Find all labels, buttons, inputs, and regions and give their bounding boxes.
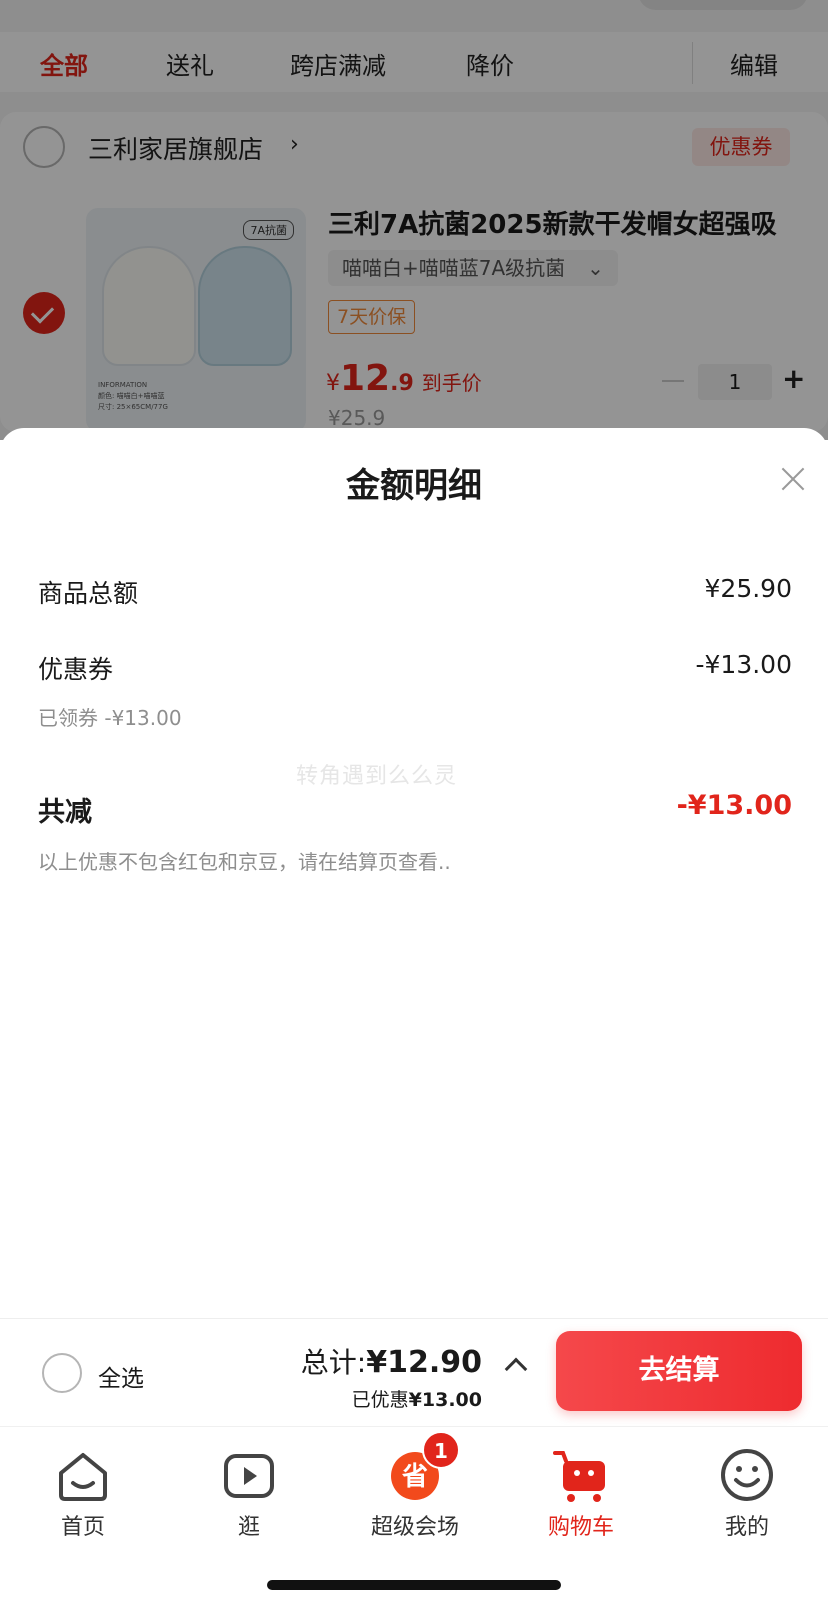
total-price: 总计:¥12.90 <box>300 1345 482 1380</box>
tab-me[interactable]: 我的 <box>664 1437 828 1547</box>
select-all-checkbox[interactable] <box>42 1353 82 1393</box>
home-indicator <box>267 1580 561 1590</box>
item-total-label: 商品总额 <box>38 579 139 608</box>
total-reduction-label: 共减 <box>38 797 92 828</box>
checkout-bar: 全选 总计:¥12.90 已优惠¥13.00 去结算 <box>0 1318 828 1426</box>
tab-label: 首页 <box>60 1515 105 1540</box>
video-icon <box>224 1454 274 1498</box>
modal-overlay[interactable] <box>0 0 828 440</box>
sheet-title: 金额明细 <box>346 466 482 506</box>
total-reduction-value: -¥13.00 <box>676 790 792 821</box>
super-venue-glyph: 省 <box>401 1462 428 1492</box>
chevron-up-icon[interactable] <box>504 1357 528 1381</box>
tab-super-venue[interactable]: 省 1 超级会场 <box>332 1431 498 1547</box>
coupon-value: -¥13.00 <box>695 650 793 679</box>
tab-label: 购物车 <box>547 1515 614 1540</box>
tab-label: 逛 <box>237 1515 260 1540</box>
saved-amount: 已优惠¥13.00 <box>351 1389 482 1411</box>
cart-background: 全部 送礼 跨店满减 降价 编辑 三利家居旗舰店 › 优惠券 7A抗菌 INFO… <box>0 0 828 440</box>
coupon-claimed-note: 已领券 -¥13.00 <box>38 706 182 730</box>
item-total-value: ¥25.90 <box>704 574 792 603</box>
discount-note: 以上优惠不包含红包和京豆，请在结算页查看.. <box>38 850 451 874</box>
select-all-label[interactable]: 全选 <box>98 1359 144 1393</box>
tab-label: 我的 <box>724 1515 769 1540</box>
notification-badge: 1 <box>422 1431 460 1469</box>
cart-icon <box>553 1451 605 1502</box>
tab-home[interactable]: 首页 <box>0 1437 166 1547</box>
close-icon[interactable] <box>778 464 808 494</box>
checkout-button[interactable]: 去结算 <box>556 1331 802 1411</box>
home-icon <box>59 1453 107 1501</box>
tab-cart[interactable]: 购物车 <box>498 1437 664 1547</box>
watermark: 转角遇到么么灵 <box>296 764 458 789</box>
coupon-label: 优惠券 <box>38 655 114 684</box>
price-detail-sheet: 金额明细 商品总额 ¥25.90 优惠券 -¥13.00 已领券 -¥13.00… <box>0 428 828 1318</box>
smiley-icon <box>721 1449 773 1501</box>
tab-label: 超级会场 <box>370 1515 459 1540</box>
tab-browse[interactable]: 逛 <box>166 1437 332 1547</box>
